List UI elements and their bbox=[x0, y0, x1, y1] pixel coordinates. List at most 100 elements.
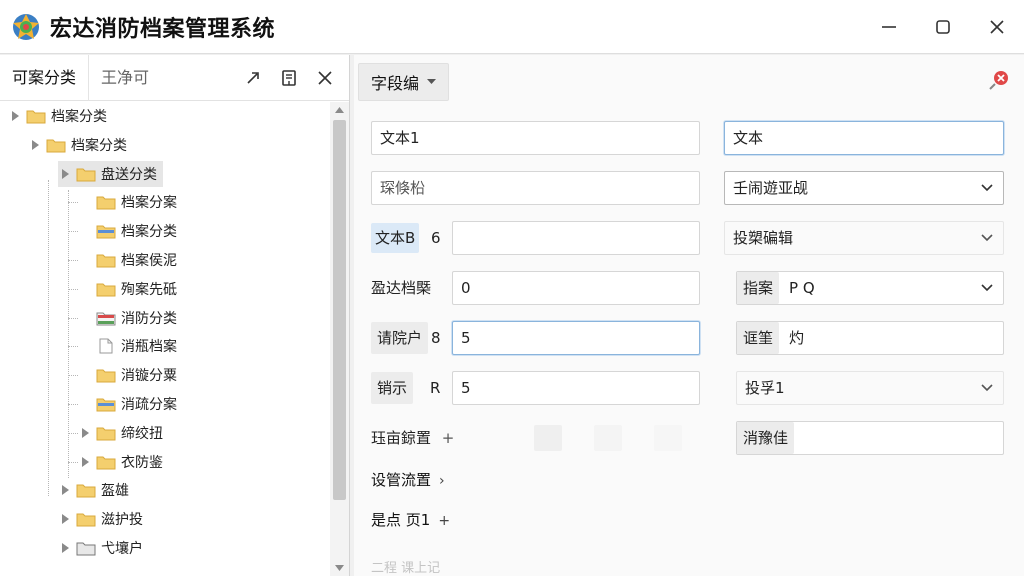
folder-icon bbox=[96, 281, 116, 297]
number-field-1[interactable]: 0 bbox=[452, 271, 700, 305]
folder-icon bbox=[96, 310, 116, 326]
select-field-2-value: 投槊碥辑 bbox=[733, 229, 794, 247]
tree-item[interactable]: 消防分类 bbox=[78, 305, 177, 331]
chevron-down-icon bbox=[981, 234, 993, 242]
tree-item-label: 消防分类 bbox=[121, 310, 177, 327]
chevron-right-icon[interactable] bbox=[28, 138, 42, 152]
field-edit-tab[interactable]: 字段编 bbox=[358, 63, 450, 101]
select-field-4[interactable]: 投孚1 bbox=[736, 371, 1004, 405]
app-logo-icon bbox=[13, 13, 39, 40]
close-icon bbox=[990, 20, 1004, 34]
tree-guide-line bbox=[68, 317, 78, 319]
number-field-2[interactable]: 5 bbox=[452, 321, 700, 355]
folder-icon bbox=[96, 425, 116, 441]
add-icon[interactable]: + bbox=[442, 429, 455, 447]
tree-item[interactable]: 缔绞扭 bbox=[78, 420, 163, 446]
tree-guide-line bbox=[68, 432, 78, 434]
folder-icon bbox=[96, 454, 116, 470]
field-edit-tab-label: 字段编 bbox=[371, 74, 420, 93]
folder-icon bbox=[96, 252, 116, 268]
minimize-button[interactable] bbox=[862, 0, 916, 54]
tree-scrollbar[interactable] bbox=[330, 102, 349, 576]
close-panel-button[interactable] bbox=[307, 60, 343, 96]
tree-item[interactable]: 殉案先砥 bbox=[78, 276, 177, 302]
chevron-right-icon[interactable] bbox=[8, 109, 22, 123]
tree-guide-line bbox=[68, 404, 78, 405]
field-label-archive: 盈达档槩 bbox=[371, 279, 432, 297]
placeholder-box-2 bbox=[594, 425, 622, 451]
field-editor-panel: 字段编 文本1 文本 琛倏柗 壬闹遊亚觇 文本B 6 投槊碥辑 盈达档槩 0 P… bbox=[354, 55, 1024, 576]
scrollbar-thumb[interactable] bbox=[333, 120, 346, 500]
faded-bottom-text: 二程 课上记 bbox=[371, 561, 441, 576]
text-field-4[interactable] bbox=[452, 221, 700, 255]
tree-item[interactable]: 档案分类 bbox=[78, 218, 177, 244]
chevron-right-icon[interactable] bbox=[58, 541, 72, 555]
tree-item-label: 消镟分粟 bbox=[121, 368, 177, 385]
chevron-right-icon[interactable] bbox=[78, 426, 92, 440]
tree-item[interactable]: 盔雄 bbox=[58, 477, 129, 503]
select-field-2[interactable]: 投槊碥辑 bbox=[724, 221, 1004, 255]
tree-item[interactable]: 档案分类 bbox=[28, 132, 127, 158]
tree-item-label: 盘送分类 bbox=[101, 166, 157, 183]
chevron-down-icon bbox=[981, 384, 993, 392]
placeholder-box-3 bbox=[654, 425, 682, 451]
tree-item[interactable]: 消镟分粟 bbox=[78, 362, 177, 388]
chevron-right-icon[interactable] bbox=[58, 512, 72, 526]
folder-icon bbox=[46, 137, 66, 153]
panel-tools bbox=[235, 55, 343, 101]
close-red-icon[interactable] bbox=[988, 69, 1010, 91]
chevron-right-icon[interactable] bbox=[78, 455, 92, 469]
chevron-right-icon[interactable] bbox=[58, 483, 72, 497]
text-field-2[interactable]: 文本 bbox=[724, 121, 1004, 155]
tree-guide-line bbox=[68, 461, 78, 463]
field-label-position-text: 珏亩鍄置 bbox=[371, 429, 432, 447]
text-field-3[interactable]: 琛倏柗 bbox=[371, 171, 700, 205]
tab-archive-category[interactable]: 可案分类 bbox=[0, 55, 88, 101]
tree-item[interactable]: 档案侯泥 bbox=[78, 247, 177, 273]
tree-guide-line bbox=[68, 288, 78, 290]
tree-item-label: 消瓶档案 bbox=[121, 339, 177, 356]
add-icon: + bbox=[438, 513, 451, 529]
scroll-down-icon[interactable] bbox=[330, 560, 349, 576]
tree-item[interactable]: 盘送分类 bbox=[58, 160, 163, 187]
chevron-right-icon[interactable] bbox=[58, 167, 72, 181]
tree-item[interactable]: 档案分类 bbox=[8, 103, 107, 129]
field-label-request: 请院户 bbox=[371, 322, 429, 354]
field-label-position: 珏亩鍄置 + bbox=[371, 421, 454, 455]
maximize-button[interactable] bbox=[916, 0, 970, 54]
tree-item[interactable]: 衣防鉴 bbox=[78, 449, 163, 475]
folder-icon bbox=[96, 223, 116, 239]
tree-item-label: 弋壤户 bbox=[101, 541, 143, 557]
app-title: 宏达消防档案管理系统 bbox=[50, 16, 276, 42]
field-label-text-b-num: 6 bbox=[431, 229, 441, 247]
tree-item-label: 缔绞扭 bbox=[121, 425, 163, 442]
notes-button[interactable] bbox=[271, 60, 307, 96]
select-field-3-value: P Q bbox=[789, 279, 815, 297]
tab-secondary[interactable]: 王净可 bbox=[88, 54, 161, 101]
field-label-request-num: 8 bbox=[431, 329, 441, 347]
tree-guide-line bbox=[68, 375, 78, 377]
tree-item-label: 档案分案 bbox=[121, 195, 177, 212]
number-field-3[interactable]: 5 bbox=[452, 371, 700, 405]
pin-button[interactable] bbox=[235, 60, 271, 96]
tree-item[interactable]: 滋护投 bbox=[58, 506, 143, 532]
text-field-1[interactable]: 文本1 bbox=[371, 121, 700, 155]
close-window-button[interactable] bbox=[970, 0, 1024, 54]
scroll-up-icon[interactable] bbox=[330, 102, 349, 118]
folder-icon bbox=[26, 108, 46, 124]
tree-item[interactable]: 消瓶档案 bbox=[78, 333, 177, 359]
maximize-icon bbox=[936, 20, 950, 34]
section-expander-2[interactable]: 是点 页1 + bbox=[371, 505, 450, 535]
tree-item-label: 殉案先砥 bbox=[121, 281, 177, 298]
title-bar: 宏达消防档案管理系统 bbox=[0, 0, 1024, 54]
tree-item-label: 档案分类 bbox=[121, 224, 177, 241]
tree-item[interactable]: 弋壤户 bbox=[58, 535, 143, 561]
folder-icon bbox=[96, 367, 116, 383]
left-tab-bar: 可案分类 王净可 bbox=[0, 54, 349, 101]
tree-item[interactable]: 档案分案 bbox=[78, 189, 177, 215]
tree-item[interactable]: 消疏分案 bbox=[78, 391, 177, 417]
select-field-1[interactable]: 壬闹遊亚觇 bbox=[724, 171, 1004, 205]
section-expander-1[interactable]: 设管流置 › bbox=[371, 465, 445, 495]
document-icon bbox=[96, 338, 116, 354]
folder-icon bbox=[76, 540, 96, 556]
